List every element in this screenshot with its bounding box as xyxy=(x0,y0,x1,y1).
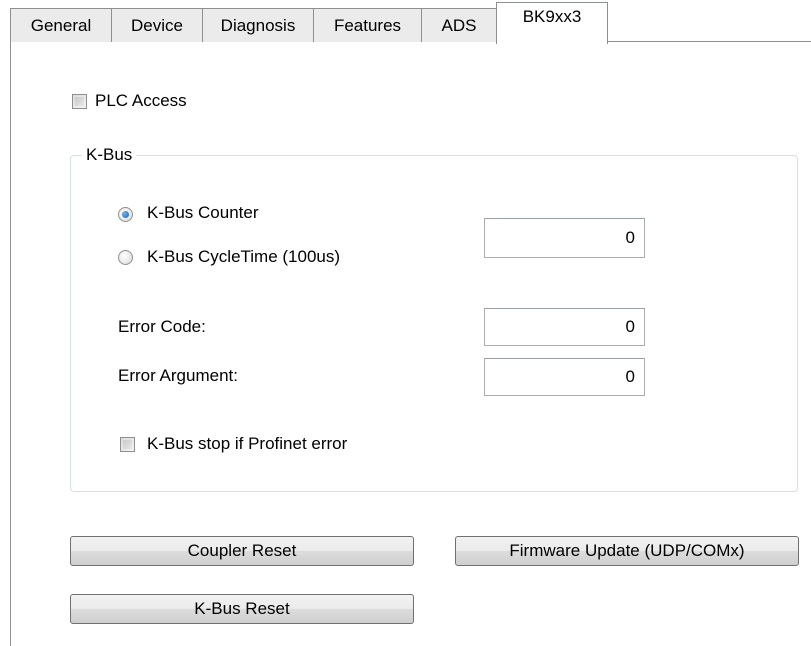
tab-panel-border-left xyxy=(10,41,11,646)
error-code-field[interactable]: 0 xyxy=(484,308,645,346)
tab-device[interactable]: Device xyxy=(111,8,203,42)
plc-access-checkbox[interactable] xyxy=(72,94,87,109)
coupler-reset-button[interactable]: Coupler Reset xyxy=(70,536,414,566)
kbus-value-field[interactable]: 0 xyxy=(484,218,645,258)
kbus-group-title: K-Bus xyxy=(82,145,137,165)
tab-bk9xx3[interactable]: BK9xx3 xyxy=(496,2,608,44)
tab-ads[interactable]: ADS xyxy=(421,8,497,42)
error-code-label: Error Code: xyxy=(118,317,206,336)
kbus-cycletime-radio[interactable] xyxy=(118,250,133,265)
tab-general[interactable]: General xyxy=(10,8,112,42)
tab-panel-border xyxy=(607,41,811,42)
error-argument-label: Error Argument: xyxy=(118,366,238,385)
tab-diagnosis[interactable]: Diagnosis xyxy=(202,8,314,42)
kbus-cycletime-label: K-Bus CycleTime (100us) xyxy=(147,247,341,266)
tab-features[interactable]: Features xyxy=(313,8,422,42)
firmware-update-button[interactable]: Firmware Update (UDP/COMx) xyxy=(455,536,799,566)
kbus-stop-checkbox[interactable] xyxy=(120,437,135,452)
kbus-counter-label: K-Bus Counter xyxy=(147,203,259,222)
tab-strip: General Device Diagnosis Features ADS BK… xyxy=(0,0,811,44)
kbus-counter-radio[interactable] xyxy=(118,207,133,222)
error-argument-field[interactable]: 0 xyxy=(484,358,645,396)
plc-access-label: PLC Access xyxy=(95,91,187,110)
kbus-reset-button[interactable]: K-Bus Reset xyxy=(70,594,414,624)
kbus-stop-label: K-Bus stop if Profinet error xyxy=(147,434,348,453)
